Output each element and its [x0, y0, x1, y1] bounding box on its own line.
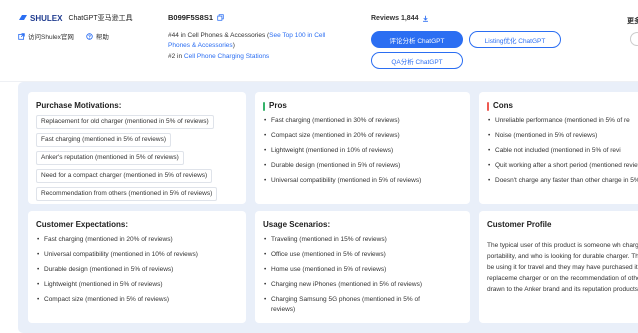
visit-shulex-label: 访问Shulex官网 [28, 34, 74, 41]
more-label: 更多 [627, 18, 638, 25]
external-link-icon [18, 32, 25, 40]
rank1-suffix: ) [232, 42, 235, 49]
list-item: Office use (mentioned in 5% of reviews) [263, 250, 443, 260]
list-item: Fast charging (mentioned in 20% of revie… [36, 235, 236, 245]
list-item: Universal compatibility (mentioned in 5%… [263, 176, 463, 186]
reviews-panel: Reviews 1,844 评论分析 ChatGPT Listing优化 Cha… [371, 15, 601, 69]
help-circle-icon [86, 32, 93, 40]
listing-optimize-button[interactable]: Listing优化 ChatGPT [469, 31, 561, 48]
rank-category: #44 in Cell Phones & Accessories (See To… [168, 31, 343, 51]
list-item: Cable not included (mentioned in 5% of r… [487, 146, 638, 156]
list-item: Noise (mentioned in 5% of reviews) [487, 131, 638, 141]
brand-logo: SHULEX [18, 14, 62, 23]
list-item: Unreliable performance (mentioned in 5% … [487, 116, 638, 126]
tool-name: ChatGPT亚马逊工具 [68, 15, 133, 22]
help-label: 帮助 [95, 34, 109, 41]
list-item: Universal compatibility (mentioned in 10… [36, 250, 236, 260]
list-item: Lightweight (mentioned in 10% of reviews… [263, 146, 463, 156]
usage-scenarios-card: Usage Scenarios: Traveling (mentioned in… [255, 211, 470, 323]
brand: SHULEX ChatGPT亚马逊工具 [18, 13, 133, 23]
motivation-tag: Recommendation from others (mentioned in… [36, 187, 218, 201]
list-item: Traveling (mentioned in 15% of reviews) [263, 235, 443, 245]
rank1-prefix: #44 in Cell Phones & Accessories ( [168, 32, 270, 39]
more-button[interactable] [630, 32, 638, 46]
motivation-tags: Replacement for old charger (mentioned i… [36, 115, 218, 204]
list-item: Lightweight (mentioned in 5% of reviews) [36, 280, 236, 290]
brand-links: 访问Shulex官网 帮助 [18, 31, 109, 41]
list-item: Fast charging (mentioned in 30% of revie… [263, 116, 463, 126]
reviews-title: Reviews 1,844 [371, 15, 601, 22]
motivation-tag: Fast charging (mentioned in 5% of review… [36, 133, 172, 147]
list-item: Compact size (mentioned in 20% of review… [263, 131, 463, 141]
customer-expectations-card: Customer Expectations: Fast charging (me… [28, 211, 246, 323]
pros-list: Fast charging (mentioned in 30% of revie… [263, 116, 463, 191]
analysis-panel: Purchase Motivations: Replacement for ol… [18, 82, 638, 333]
card-title: Pros [263, 101, 287, 111]
purchase-motivations-card: Purchase Motivations: Replacement for ol… [28, 92, 246, 204]
reviews-count: Reviews 1,844 [371, 15, 419, 22]
list-item: Durable design (mentioned in 5% of revie… [263, 161, 463, 171]
page: SHULEX ChatGPT亚马逊工具 访问Shulex官网 帮助 B099F5… [0, 0, 638, 333]
customer-profile-card: Customer Profile The typical user of thi… [479, 211, 638, 323]
brand-name: SHULEX [30, 13, 63, 23]
card-title: Customer Profile [487, 220, 552, 229]
scenarios-list: Traveling (mentioned in 15% of reviews) … [263, 235, 443, 320]
charging-stations-link[interactable]: Cell Phone Charging Stations [184, 53, 269, 60]
list-item: Quit working after a short period (menti… [487, 161, 638, 171]
motivation-tag: Replacement for old charger (mentioned i… [36, 115, 214, 129]
profile-text: The typical user of this product is some… [487, 242, 638, 293]
cons-list: Unreliable performance (mentioned in 5% … [487, 116, 638, 191]
list-item: Compact size (mentioned in 5% of reviews… [36, 295, 236, 305]
pros-card: Pros Fast charging (mentioned in 30% of … [255, 92, 470, 204]
list-item: Charging new iPhones (mentioned in 5% of… [263, 280, 443, 290]
visit-shulex-link[interactable]: 访问Shulex官网 [18, 31, 74, 41]
shulex-logo-icon [19, 15, 27, 20]
asin: B099F5S8S1 [168, 13, 214, 22]
list-item: Home use (mentioned in 5% of reviews) [263, 265, 443, 275]
copy-icon[interactable] [217, 14, 224, 21]
expectations-list: Fast charging (mentioned in 20% of revie… [36, 235, 236, 310]
product-info: B099F5S8S1 #44 in Cell Phones & Accessor… [168, 13, 343, 62]
list-item: Durable design (mentioned in 5% of revie… [36, 265, 236, 275]
card-title: Cons [487, 101, 513, 111]
help-link[interactable]: 帮助 [86, 31, 109, 41]
rank2-prefix: #2 in [168, 53, 184, 60]
cons-card: Cons Unreliable performance (mentioned i… [479, 92, 638, 204]
rank-subcategory: #2 in Cell Phone Charging Stations [168, 52, 343, 62]
card-title: Customer Expectations: [36, 220, 129, 229]
motivation-tag: Anker's reputation (mentioned in 5% of r… [36, 151, 184, 165]
list-item: Charging Samsung 5G phones (mentioned in… [263, 295, 443, 315]
list-item: Doesn't charge any faster than other cha… [487, 176, 638, 186]
card-title: Purchase Motivations: [36, 101, 122, 110]
header: SHULEX ChatGPT亚马逊工具 访问Shulex官网 帮助 B099F5… [0, 0, 638, 82]
download-icon[interactable] [422, 15, 429, 22]
motivation-tag: Need for a compact charger (mentioned in… [36, 169, 213, 183]
qa-analysis-button[interactable]: QA分析 ChatGPT [371, 52, 463, 69]
review-analysis-button[interactable]: 评论分析 ChatGPT [371, 31, 463, 48]
asin-row: B099F5S8S1 [168, 13, 343, 22]
card-title: Usage Scenarios: [263, 220, 331, 229]
